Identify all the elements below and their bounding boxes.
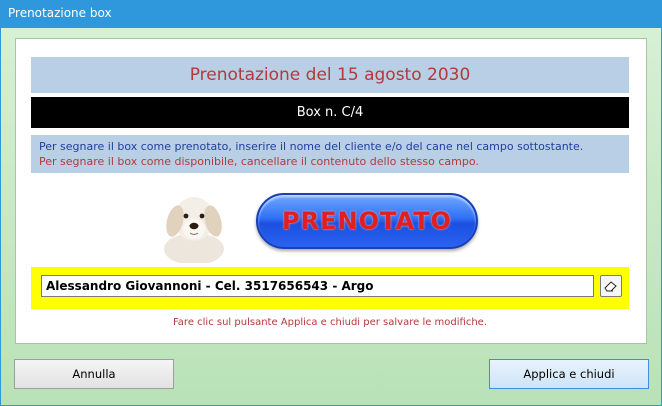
booking-panel: Prenotazione del 15 agosto 2030 Box n. C… xyxy=(15,38,647,344)
instructions: Per segnare il box come prenotato, inser… xyxy=(31,135,629,173)
instruction-booked: Per segnare il box come prenotato, inser… xyxy=(39,140,584,153)
status-booked-button[interactable]: PRENOTATO xyxy=(256,193,478,249)
save-hint: Fare clic sul pulsante Applica e chiudi … xyxy=(172,317,488,328)
window-title: Prenotazione box xyxy=(0,0,662,28)
status-label: PRENOTATO xyxy=(282,207,452,235)
eraser-icon xyxy=(604,277,618,296)
apply-close-button[interactable]: Applica e chiudi xyxy=(489,359,649,389)
clear-field-button[interactable] xyxy=(600,275,622,297)
instruction-available: Per segnare il box come disponibile, can… xyxy=(39,155,479,168)
dog-image xyxy=(158,189,228,265)
page-title: Prenotazione del 15 agosto 2030 xyxy=(31,57,629,93)
client-name-input[interactable] xyxy=(41,275,594,297)
dialog-body: Prenotazione del 15 agosto 2030 Box n. C… xyxy=(0,28,662,406)
cancel-button[interactable]: Annulla xyxy=(14,359,174,389)
client-field-bar xyxy=(31,267,629,309)
box-label: Box n. C/4 xyxy=(31,97,629,128)
